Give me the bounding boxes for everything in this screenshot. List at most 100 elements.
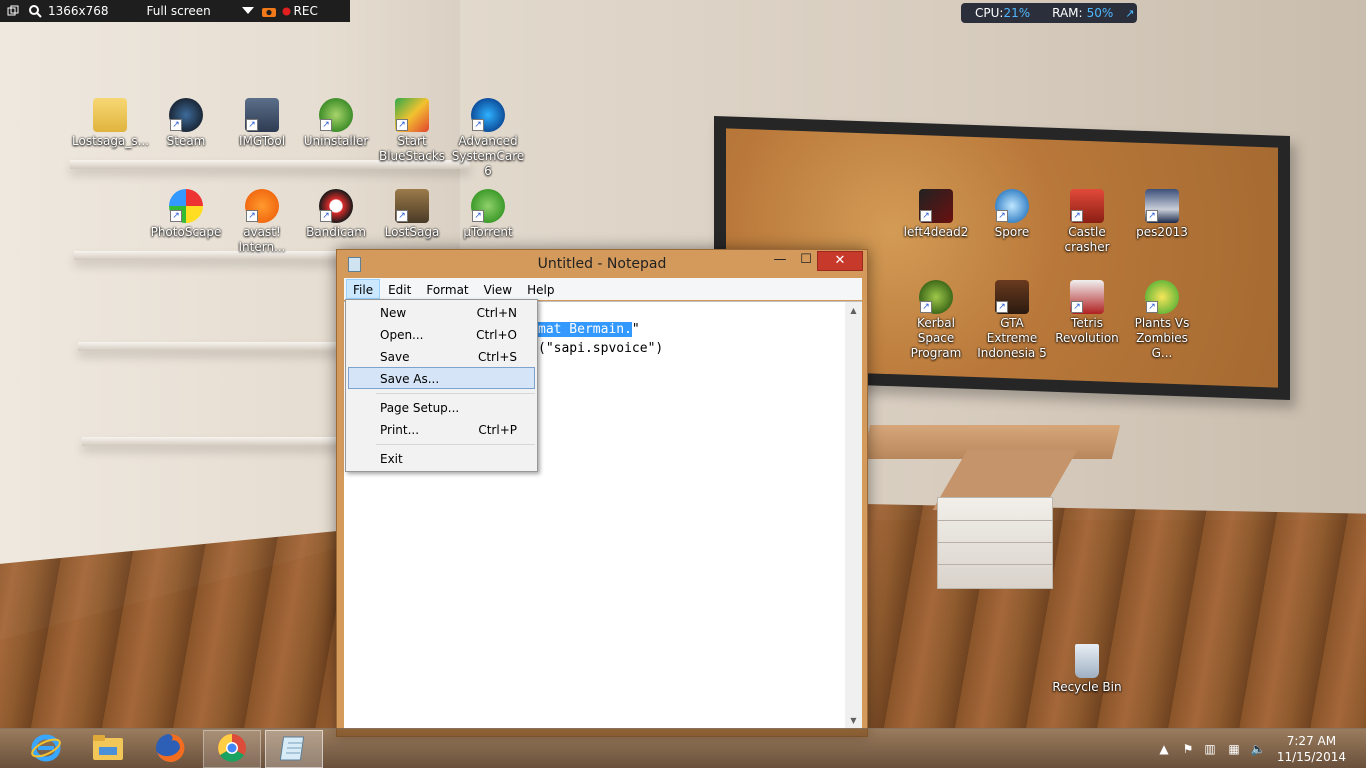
desktop-icon-pes2013[interactable]: ↗ pes2013 [1124, 189, 1200, 240]
recorder-bar: 1366x768 Full screen REC [0, 0, 350, 22]
recording-mode[interactable]: Full screen [147, 4, 242, 18]
taskbar-internet-explorer[interactable] [17, 730, 75, 768]
taskbar-chrome[interactable] [203, 730, 261, 768]
taskbar-notepad[interactable] [265, 730, 323, 768]
record-button[interactable]: REC [294, 4, 318, 18]
imgtool-icon: ↗ [245, 98, 279, 132]
taskbar-firefox[interactable] [141, 730, 199, 768]
desktop-icon-label: SystemCare 6 [451, 149, 525, 178]
desktop-icon-gta[interactable]: ↗ GTA Extreme Indonesia 5 [974, 280, 1050, 361]
desktop-icon-label: PhotoScape [150, 225, 222, 239]
minimize-button[interactable]: — [767, 251, 793, 271]
menu-item-shortcut: Ctrl+O [476, 328, 517, 342]
drawer-line [938, 564, 1052, 565]
desktop-icon-label: Castle [1068, 225, 1106, 239]
menu-help[interactable]: Help [520, 279, 561, 299]
chrome-icon [217, 733, 247, 766]
menu-item-save[interactable]: Save Ctrl+S [348, 345, 535, 367]
taskbar: ▲ ⚑ ▥ ▦ 🔈 7:27 AM 11/15/2014 [0, 728, 1366, 768]
clock-time: 7:27 AM [1286, 734, 1337, 748]
device-icon[interactable]: ▥ [1202, 741, 1218, 757]
menu-item-label: New [380, 306, 407, 320]
cpu-label: CPU: [975, 6, 1004, 20]
menu-item-new[interactable]: New Ctrl+N [348, 301, 535, 323]
desktop-icon-label: Advanced [458, 134, 518, 148]
desktop-icon-label: Bandicam [306, 225, 366, 239]
bluestacks-icon: ↗ [395, 98, 429, 132]
text-line: ("sapi.spvoice") [538, 341, 664, 356]
desktop-icon-label: µTorrent [463, 225, 513, 239]
desktop-icon-label: Kerbal Space [917, 316, 955, 345]
desktop-icon-avast[interactable]: ↗ avast! Intern... [224, 189, 300, 255]
desktop-icon-bandicam[interactable]: ↗ Bandicam [298, 189, 374, 240]
menu-item-open[interactable]: Open... Ctrl+O [348, 323, 535, 345]
menu-view[interactable]: View [477, 279, 519, 299]
bandicam-icon: ↗ [319, 189, 353, 223]
scroll-up-icon[interactable]: ▲ [845, 302, 862, 319]
desktop-icon-label: avast! [243, 225, 281, 239]
vertical-scrollbar[interactable]: ▲ ▼ [845, 302, 862, 729]
menu-item-shortcut: Ctrl+S [477, 350, 517, 364]
desktop-icon-spore[interactable]: ↗ Spore [974, 189, 1050, 240]
desktop-icon-lostsaga-folder[interactable]: Lostsaga_s... [72, 98, 149, 149]
desktop-icon-imgtool[interactable]: ↗ IMGTool [224, 98, 300, 149]
desktop-icon-utorrent[interactable]: ↗ µTorrent [450, 189, 526, 240]
menu-item-print[interactable]: Print... Ctrl+P [348, 418, 535, 440]
network-icon[interactable]: ▦ [1226, 741, 1242, 757]
internet-explorer-icon [30, 732, 62, 767]
menu-item-shortcut: Ctrl+N [476, 306, 517, 320]
desktop-icon-uninstaller[interactable]: ↗ Uninstaller [298, 98, 374, 149]
desktop-icon-label: Zombies G... [1136, 331, 1188, 360]
camera-icon[interactable] [261, 6, 278, 17]
action-center-flag-icon[interactable]: ⚑ [1180, 741, 1196, 757]
desktop-icon-label: Program [910, 346, 962, 360]
desktop-icon-advanced-systemcare[interactable]: ↗ Advanced SystemCare 6 [450, 98, 526, 179]
taskbar-file-explorer[interactable] [79, 730, 137, 768]
menu-item-page-setup[interactable]: Page Setup... [348, 396, 535, 418]
desktop-icon-tetris[interactable]: ↗ Tetris Revolution [1049, 280, 1125, 346]
desktop-icon-recycle-bin[interactable]: Recycle Bin [1049, 644, 1125, 695]
desktop-icon-steam[interactable]: ↗ Steam [148, 98, 224, 149]
volume-icon[interactable]: 🔈 [1250, 741, 1266, 757]
expand-arrow-icon[interactable]: ↗ [1125, 7, 1134, 20]
clock[interactable]: 7:27 AM 11/15/2014 [1277, 733, 1346, 765]
desktop-icon-photoscape[interactable]: ↗ PhotoScape [148, 189, 224, 240]
lostsaga-icon: ↗ [395, 189, 429, 223]
pvz-icon: ↗ [1145, 280, 1179, 314]
recording-resolution: 1366x768 [48, 4, 109, 18]
menu-format[interactable]: Format [419, 279, 475, 299]
scroll-down-icon[interactable]: ▼ [845, 712, 862, 729]
desktop-icon-bluestacks[interactable]: ↗ Start BlueStacks [374, 98, 450, 164]
desktop-icon-lostsaga[interactable]: ↗ LostSaga [374, 189, 450, 240]
menu-file[interactable]: File [346, 279, 381, 299]
window-mode-icon[interactable] [7, 5, 19, 17]
menu-item-label: Page Setup... [380, 401, 460, 415]
desktop-icon-label: Revolution [1055, 331, 1119, 345]
firefox-icon [154, 732, 186, 767]
drawer-line [938, 520, 1052, 521]
pes2013-icon: ↗ [1145, 189, 1179, 223]
desktop-icon-label: BlueStacks [378, 149, 446, 163]
menu-item-save-as[interactable]: Save As... [348, 367, 535, 389]
recycle-bin-icon [1075, 644, 1099, 678]
search-icon[interactable] [29, 4, 43, 18]
menu-item-exit[interactable]: Exit [348, 447, 535, 469]
avast-icon: ↗ [245, 189, 279, 223]
desktop-icon-left4dead2[interactable]: ↗ left4dead2 [898, 189, 974, 240]
close-button[interactable]: ✕ [817, 251, 863, 271]
desktop-icon-label: Uninstaller [303, 134, 369, 148]
menu-item-label: Save [380, 350, 410, 364]
desktop-icon-kerbal[interactable]: ↗ Kerbal Space Program [898, 280, 974, 361]
systemcare-icon: ↗ [471, 98, 505, 132]
maximize-button[interactable]: ☐ [793, 251, 819, 271]
desktop-icon-castle-crasher[interactable]: ↗ Castle crasher [1049, 189, 1125, 255]
text-fragment: " [631, 322, 640, 337]
file-menu-dropdown: New Ctrl+N Open... Ctrl+O Save Ctrl+S Sa… [345, 299, 538, 472]
chevron-down-icon[interactable] [241, 7, 258, 15]
menu-edit[interactable]: Edit [381, 279, 418, 299]
drawer-line [938, 542, 1052, 543]
desktop-icon-pvz[interactable]: ↗ Plants Vs Zombies G... [1124, 280, 1200, 361]
menu-bar: File Edit Format View Help [344, 278, 862, 300]
desktop-icon-label: pes2013 [1136, 225, 1188, 239]
show-hidden-icons-icon[interactable]: ▲ [1156, 741, 1172, 757]
